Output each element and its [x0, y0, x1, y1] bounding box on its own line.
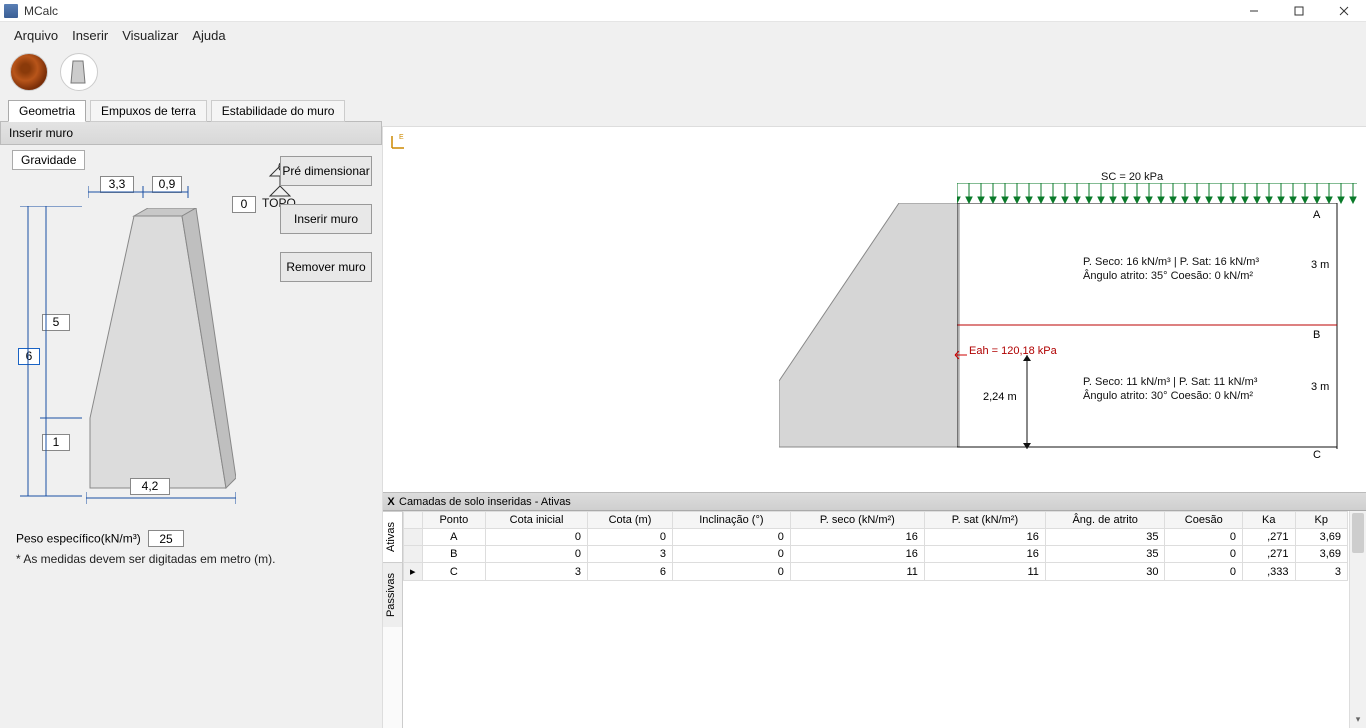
menu-visualizar[interactable]: Visualizar: [116, 26, 184, 45]
layer-b-height: 3 m: [1311, 381, 1329, 393]
peso-label: Peso específico(kN/m³): [16, 532, 141, 546]
close-button[interactable]: [1321, 0, 1366, 22]
eah-arrow-icon: [953, 350, 967, 360]
col-header[interactable]: Inclinação (°): [672, 512, 790, 529]
soil-boundaries: [957, 203, 1357, 453]
tab-empuxos[interactable]: Empuxos de terra: [90, 100, 207, 122]
stone-icon[interactable]: [10, 53, 48, 91]
subtab-gravidade[interactable]: Gravidade: [12, 150, 85, 170]
pre-dimensionar-button[interactable]: Pré dimensionar: [280, 156, 372, 186]
soil-side-tabs: Ativas Passivas: [383, 511, 403, 728]
remover-muro-button[interactable]: Remover muro: [280, 252, 372, 282]
peso-especifico-row: Peso específico(kN/m³): [16, 530, 184, 547]
col-header[interactable]: Ka: [1243, 512, 1295, 529]
maximize-button[interactable]: [1276, 0, 1321, 22]
side-tab-ativas[interactable]: Ativas: [383, 511, 402, 562]
menu-inserir[interactable]: Inserir: [66, 26, 114, 45]
window-title: MCalc: [24, 4, 1231, 18]
panel-header: Inserir muro: [0, 121, 382, 145]
wall-profile-icon[interactable]: [60, 53, 98, 91]
minimize-button[interactable]: [1231, 0, 1276, 22]
col-header[interactable]: Cota inicial: [486, 512, 588, 529]
sc-label: SC = 20 kPa: [1101, 171, 1163, 183]
dim-line-bottom: [86, 492, 236, 510]
axis-origin-icon[interactable]: E: [389, 133, 407, 154]
titlebar: MCalc: [0, 0, 1366, 22]
table-row[interactable]: ▸C3601111300,3333: [404, 563, 1348, 581]
toolbar: [0, 47, 1366, 99]
main-tabs: Geometria Empuxos de terra Estabilidade …: [0, 99, 1366, 121]
wall-profile: [779, 203, 969, 449]
scroll-down-icon[interactable]: ▾: [1350, 711, 1366, 728]
units-note: * As medidas devem ser digitadas em metr…: [16, 552, 275, 566]
soil-scrollbar[interactable]: ▴ ▾: [1349, 511, 1366, 728]
col-header[interactable]: Kp: [1295, 512, 1348, 529]
svg-text:E: E: [399, 134, 404, 141]
surcharge-arrows: [957, 183, 1357, 205]
menu-arquivo[interactable]: Arquivo: [8, 26, 64, 45]
dim-0b[interactable]: 0: [232, 196, 256, 213]
eah-label: Eah = 120,18 kPa: [969, 345, 1057, 357]
col-header[interactable]: [404, 512, 423, 529]
window-controls: [1231, 0, 1366, 22]
soil-panel-title: Camadas de solo inseridas - Ativas: [399, 496, 571, 508]
table-row[interactable]: B0301616350,2713,69: [404, 546, 1348, 563]
col-header[interactable]: P. sat (kN/m²): [924, 512, 1045, 529]
soil-panel-close[interactable]: X: [383, 496, 399, 508]
point-a: A: [1313, 209, 1320, 221]
col-header[interactable]: Coesão: [1165, 512, 1243, 529]
point-b: B: [1313, 329, 1320, 341]
col-header[interactable]: Âng. de atrito: [1045, 512, 1165, 529]
wall-sketch: [86, 208, 236, 498]
inserir-muro-button[interactable]: Inserir muro: [280, 204, 372, 234]
tab-geometria[interactable]: Geometria: [8, 100, 86, 122]
peso-input[interactable]: [148, 530, 184, 547]
actions-column: Pré dimensionar Inserir muro Remover mur…: [280, 156, 372, 300]
dim-lines-top: [88, 168, 228, 198]
layer-a-height: 3 m: [1311, 259, 1329, 271]
col-header[interactable]: Ponto: [422, 512, 486, 529]
canvas-area: E SC = 20 kPa P. Seco: 16 kN/m³ | P. Sat…: [382, 126, 1366, 728]
side-tab-passivas[interactable]: Passivas: [383, 562, 402, 627]
mid-dim-line: [1021, 355, 1033, 449]
table-row[interactable]: A0001616350,2713,69: [404, 529, 1348, 546]
point-c: C: [1313, 449, 1321, 461]
soil-grid[interactable]: PontoCota inicialCota (m)Inclinação (°)P…: [403, 511, 1366, 728]
dim-lines-left: [12, 206, 82, 506]
app-icon: [4, 4, 18, 18]
layer-a-props: P. Seco: 16 kN/m³ | P. Sat: 16 kN/m³ Âng…: [1083, 255, 1259, 283]
tab-estabilidade[interactable]: Estabilidade do muro: [211, 100, 346, 122]
soil-panel-header: X Camadas de solo inseridas - Ativas: [383, 493, 1366, 511]
scroll-thumb[interactable]: [1352, 513, 1364, 553]
soil-panel: X Camadas de solo inseridas - Ativas Ati…: [383, 492, 1366, 728]
menubar: Arquivo Inserir Visualizar Ajuda: [0, 22, 1366, 47]
layer-b-props: P. Seco: 11 kN/m³ | P. Sat: 11 kN/m³ Âng…: [1083, 375, 1257, 403]
mid-height: 2,24 m: [983, 391, 1017, 403]
col-header[interactable]: P. seco (kN/m²): [790, 512, 924, 529]
col-header[interactable]: Cota (m): [587, 512, 672, 529]
menu-ajuda[interactable]: Ajuda: [186, 26, 231, 45]
